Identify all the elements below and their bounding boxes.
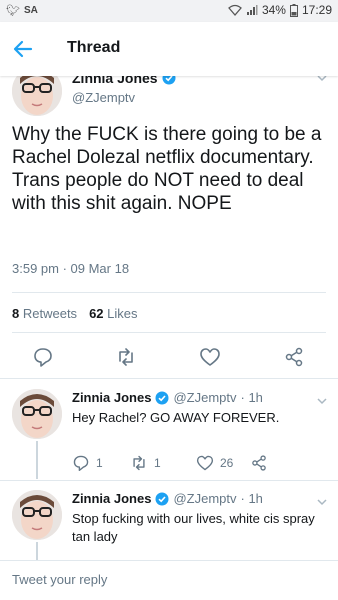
tweet-text: Why the FUCK is there going to be a Rach… — [12, 124, 322, 214]
thread-connector — [36, 542, 38, 560]
main-tweet: Zinnia Jones @ZJemptv Why the FUCK is th… — [0, 76, 338, 376]
verified-badge-icon — [162, 76, 176, 85]
retweet-count: 1 — [154, 456, 161, 470]
tweet-text: Stop fucking with our lives, white cis s… — [72, 511, 315, 544]
heart-icon[interactable] — [196, 454, 214, 472]
reply-compose-bar[interactable]: Tweet your reply — [0, 560, 338, 600]
verified-badge-icon — [155, 391, 169, 404]
reply-count: 1 — [96, 456, 103, 470]
chevron-down-icon[interactable] — [316, 496, 328, 508]
tweet-age: · 1h — [240, 390, 263, 405]
reply-icon[interactable] — [32, 346, 54, 368]
reply-input-placeholder[interactable]: Tweet your reply — [12, 572, 107, 587]
thread-connector — [36, 441, 38, 479]
verified-badge-icon — [155, 492, 169, 505]
divider — [12, 332, 326, 333]
retweets-stat[interactable]: 8 Retweets — [12, 306, 77, 321]
carrier-label: SA — [23, 5, 38, 16]
avatar[interactable] — [12, 490, 62, 540]
status-bar: 🐦︎ SA 34% 17:29 — [0, 0, 338, 22]
back-arrow-icon[interactable] — [10, 36, 36, 62]
author-name-row: Zinnia Jones — [72, 76, 176, 86]
author-name-row: Zinnia Jones @ZJemptv · 1h — [72, 390, 263, 405]
battery-percent: 34% — [261, 3, 286, 17]
author-handle[interactable]: @ZJemptv — [173, 491, 236, 506]
clock-time: 17:29 — [301, 3, 332, 17]
page-title: Thread — [67, 39, 121, 56]
chevron-down-icon[interactable] — [316, 76, 328, 84]
tweet-actions — [0, 344, 338, 370]
author-name[interactable]: Zinnia Jones — [72, 491, 151, 506]
avatar[interactable] — [12, 76, 62, 116]
twitter-bird-icon: 🐦︎ — [6, 5, 20, 17]
share-icon[interactable] — [283, 346, 305, 368]
engagement-stats: 8 Retweets 62 Likes — [12, 306, 138, 321]
battery-icon — [289, 3, 298, 17]
reply-tweet[interactable]: Zinnia Jones @ZJemptv · 1h Hey Rachel? G… — [0, 379, 338, 479]
likes-stat[interactable]: 62 Likes — [89, 306, 137, 321]
tweet-timestamp: 3:59 pm · 09 Mar 18 — [12, 261, 130, 276]
retweet-icon[interactable] — [115, 346, 137, 368]
divider — [12, 292, 326, 293]
app-header: Thread — [0, 22, 338, 76]
author-name[interactable]: Zinnia Jones — [72, 76, 158, 86]
tweet-text: Hey Rachel? GO AWAY FOREVER. — [72, 410, 280, 425]
reply-tweet[interactable]: Zinnia Jones @ZJemptv · 1h Stop fucking … — [0, 480, 338, 560]
author-handle[interactable]: @ZJemptv — [173, 390, 236, 405]
tweet-actions: 1 1 26 — [72, 454, 268, 472]
like-count: 26 — [220, 456, 234, 470]
signal-icon — [246, 5, 258, 15]
tweet-age: · 1h — [240, 491, 263, 506]
chevron-down-icon[interactable] — [316, 395, 328, 407]
reply-icon[interactable] — [72, 454, 90, 472]
wifi-icon — [228, 4, 242, 16]
share-icon[interactable] — [250, 454, 268, 472]
heart-icon[interactable] — [199, 346, 221, 368]
avatar[interactable] — [12, 389, 62, 439]
author-handle[interactable]: @ZJemptv — [72, 90, 135, 105]
retweet-icon[interactable] — [130, 454, 148, 472]
author-name-row: Zinnia Jones @ZJemptv · 1h — [72, 491, 263, 506]
author-name[interactable]: Zinnia Jones — [72, 390, 151, 405]
